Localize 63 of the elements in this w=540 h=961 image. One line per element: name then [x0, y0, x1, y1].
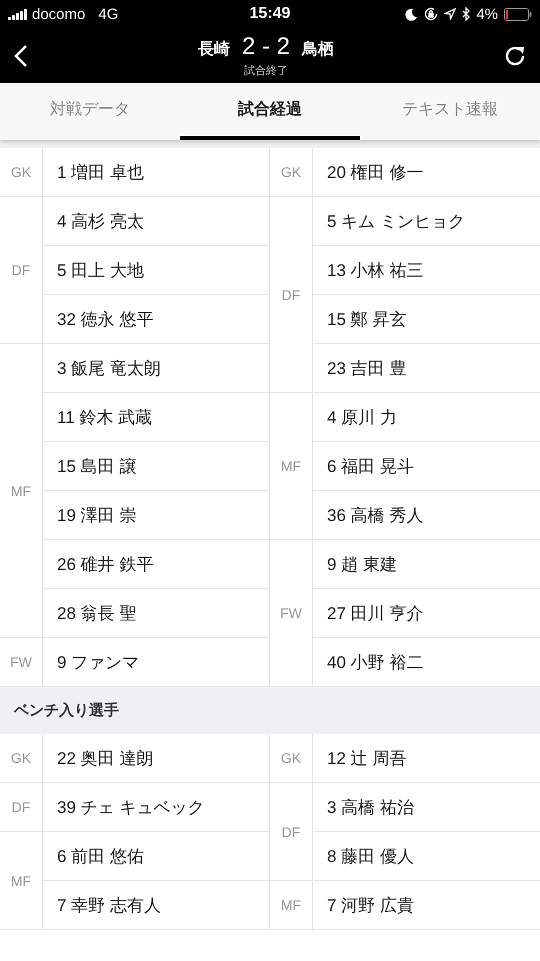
player-name: 26 碓井 鉄平 — [43, 539, 269, 588]
player-name: 40 小野 裕二 — [313, 637, 540, 686]
location-icon — [444, 8, 456, 20]
player-name: 36 高橋 秀人 — [313, 490, 540, 539]
player-name: 6 前田 悠佑 — [56, 846, 145, 868]
position-label: DF — [0, 783, 43, 831]
player-name: 22 奥田 達朗 — [56, 748, 154, 770]
position-label: DF — [0, 197, 43, 343]
rotation-lock-icon — [424, 7, 438, 21]
tab[interactable]: テキスト速報 — [360, 83, 540, 140]
player-name: 11 鈴木 武蔵 — [43, 392, 269, 441]
player-name: 7 幸野 志有人 — [43, 880, 269, 929]
position-label: FW — [0, 638, 43, 686]
away-team: 鳥栖 — [302, 40, 334, 60]
position-label: GK — [270, 734, 313, 782]
player-name: 27 田川 亨介 — [313, 588, 540, 637]
position-label: GK — [0, 148, 43, 196]
back-icon[interactable] — [14, 44, 28, 68]
position-label: MF — [0, 832, 43, 929]
player-name: 28 翁長 聖 — [43, 588, 269, 637]
signal-icon — [8, 8, 27, 20]
position-label: DF — [270, 783, 313, 880]
position-label: GK — [270, 148, 313, 196]
player-name: 4 高杉 亮太 — [56, 210, 145, 232]
home-team: 長崎 — [198, 40, 230, 60]
bluetooth-icon — [462, 7, 470, 21]
battery-icon — [504, 8, 532, 20]
match-status: 試合終了 — [244, 64, 288, 78]
clock-time: 15:49 — [250, 5, 290, 22]
player-name: 13 小林 祐三 — [313, 245, 540, 294]
player-name: 5 田上 大地 — [43, 245, 269, 294]
player-name: 12 辻 周吾 — [326, 748, 408, 770]
network-type: 4G — [98, 6, 118, 22]
player-name: 4 原川 力 — [326, 406, 398, 428]
carrier-name: docomo — [32, 6, 86, 22]
player-name: 8 藤田 優人 — [313, 831, 540, 880]
position-label: MF — [270, 881, 313, 929]
refresh-icon[interactable] — [504, 44, 526, 66]
player-name: 3 高橋 祐治 — [326, 796, 415, 818]
player-name: 9 趙 東建 — [326, 554, 398, 576]
player-name: 39 チェ キュベック — [56, 796, 206, 818]
position-label: GK — [0, 734, 43, 782]
player-name: 9 ファンマ — [56, 652, 140, 674]
position-label: MF — [0, 344, 43, 637]
battery-percent: 4% — [476, 6, 498, 22]
player-name: 19 澤田 崇 — [43, 490, 269, 539]
player-name: 23 吉田 豊 — [313, 343, 540, 392]
player-name: 1 増田 卓也 — [56, 162, 145, 184]
player-name: 15 島田 譲 — [43, 441, 269, 490]
section-header: ベンチ入り選手 — [0, 687, 540, 734]
position-label: MF — [270, 393, 313, 539]
player-name: 6 福田 晃斗 — [313, 441, 540, 490]
player-name: 5 キム ミンヒョク — [326, 210, 466, 232]
position-label: FW — [270, 540, 313, 686]
player-name: 32 徳永 悠平 — [43, 294, 269, 343]
player-name: 20 権田 修一 — [326, 162, 424, 184]
player-name: 15 鄭 昇玄 — [313, 294, 540, 343]
player-name: 7 河野 広貴 — [326, 894, 415, 916]
moon-icon — [405, 8, 418, 20]
position-label: DF — [270, 197, 313, 392]
player-name: 3 飯尾 竜太朗 — [56, 358, 162, 380]
tab[interactable]: 対戦データ — [0, 83, 180, 140]
match-score: 2 - 2 — [242, 33, 290, 61]
